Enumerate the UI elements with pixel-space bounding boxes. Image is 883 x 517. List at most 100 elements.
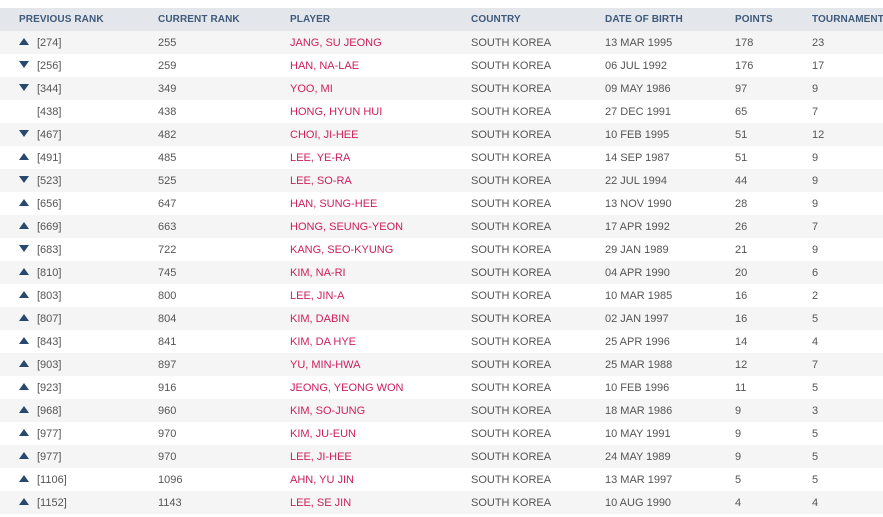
table-row: [977] 970 LEE, JI-HEE SOUTH KOREA 24 MAY… (0, 445, 883, 468)
points: 44 (735, 174, 748, 187)
table-row: [1106] 1096 AHN, YU JIN SOUTH KOREA 13 M… (0, 468, 883, 491)
country: SOUTH KOREA (471, 197, 552, 210)
arrow-up-icon (19, 314, 29, 322)
arrow-up-icon (19, 475, 29, 483)
tournaments: 7 (812, 220, 819, 233)
table-row: [656] 647 HAN, SUNG-HEE SOUTH KOREA 13 N… (0, 192, 883, 215)
header-previous-rank[interactable]: PREVIOUS RANK (0, 8, 158, 31)
date-of-birth: 25 MAR 1988 (605, 358, 673, 371)
arrow-up-icon (19, 337, 29, 345)
current-rank: 1143 (158, 496, 182, 509)
country: SOUTH KOREA (471, 404, 552, 417)
previous-rank: [669] (37, 220, 62, 233)
country: SOUTH KOREA (471, 358, 552, 371)
previous-rank: [467] (37, 128, 62, 141)
points: 5 (735, 473, 742, 486)
date-of-birth: 10 MAR 1985 (605, 289, 673, 302)
rankings-page: PREVIOUS RANK CURRENT RANK PLAYER COUNTR… (0, 0, 883, 517)
previous-rank-cell: [438] (0, 100, 158, 123)
header-date-of-birth[interactable]: DATE OF BIRTH (605, 8, 735, 31)
header-tournaments[interactable]: TOURNAMENTS (812, 8, 883, 31)
points: 12 (735, 358, 748, 371)
table-row: [438] 438 HONG, HYUN HUI SOUTH KOREA 27 … (0, 100, 883, 123)
previous-rank: [1106] (37, 473, 67, 486)
tournaments: 5 (812, 427, 819, 440)
arrow-up-icon (19, 153, 29, 161)
header-current-rank[interactable]: CURRENT RANK (158, 8, 290, 31)
current-rank: 259 (158, 59, 177, 72)
date-of-birth: 29 JAN 1989 (605, 243, 669, 256)
player-link[interactable]: KIM, DABIN (290, 307, 471, 330)
player-link[interactable]: JANG, SU JEONG (290, 31, 471, 54)
previous-rank-cell: [274] (0, 31, 158, 54)
previous-rank: [923] (37, 381, 62, 394)
date-of-birth: 18 MAR 1986 (605, 404, 673, 417)
previous-rank: [656] (37, 197, 62, 210)
table-row: [683] 722 KANG, SEO-KYUNG SOUTH KOREA 29… (0, 238, 883, 261)
player-link[interactable]: YOO, MI (290, 77, 471, 100)
player-link[interactable]: LEE, SE JIN (290, 491, 471, 514)
table-row: [843] 841 KIM, DA HYE SOUTH KOREA 25 APR… (0, 330, 883, 353)
points: 21 (735, 243, 748, 256)
previous-rank: [977] (37, 450, 62, 463)
player-link[interactable]: HONG, HYUN HUI (290, 100, 471, 123)
previous-rank-cell: [807] (0, 307, 158, 330)
player-link[interactable]: HAN, NA-LAE (290, 54, 471, 77)
country: SOUTH KOREA (471, 450, 552, 463)
header-player[interactable]: PLAYER (290, 8, 471, 31)
tournaments: 9 (812, 151, 819, 164)
previous-rank: [438] (37, 105, 62, 118)
arrow-down-icon (19, 61, 29, 69)
player-link[interactable]: LEE, YE-RA (290, 146, 471, 169)
tournaments: 23 (812, 36, 825, 49)
tournaments: 12 (812, 128, 825, 141)
previous-rank-cell: [977] (0, 422, 158, 445)
player-link[interactable]: JEONG, YEONG WON (290, 376, 471, 399)
country: SOUTH KOREA (471, 266, 552, 279)
country: SOUTH KOREA (471, 82, 552, 95)
player-link[interactable]: KIM, JU-EUN (290, 422, 471, 445)
date-of-birth: 10 FEB 1996 (605, 381, 670, 394)
player-link[interactable]: HONG, SEUNG-YEON (290, 215, 471, 238)
points: 4 (735, 496, 742, 509)
player-link[interactable]: KIM, SO-JUNG (290, 399, 471, 422)
points: 176 (735, 59, 754, 72)
date-of-birth: 06 JUL 1992 (605, 59, 667, 72)
table-row: [523] 525 LEE, SO-RA SOUTH KOREA 22 JUL … (0, 169, 883, 192)
player-link[interactable]: KIM, DA HYE (290, 330, 471, 353)
table-row: [923] 916 JEONG, YEONG WON SOUTH KOREA 1… (0, 376, 883, 399)
player-link[interactable]: KANG, SEO-KYUNG (290, 238, 471, 261)
tournaments: 9 (812, 243, 819, 256)
player-link[interactable]: AHN, YU JIN (290, 468, 471, 491)
country: SOUTH KOREA (471, 381, 552, 394)
header-country[interactable]: COUNTRY (471, 8, 605, 31)
current-rank: 438 (158, 105, 177, 118)
tournaments: 9 (812, 82, 819, 95)
header-points[interactable]: POINTS (735, 8, 812, 31)
table-row: [810] 745 KIM, NA-RI SOUTH KOREA 04 APR … (0, 261, 883, 284)
previous-rank: [807] (37, 312, 62, 325)
player-link[interactable]: LEE, JIN-A (290, 284, 471, 307)
points: 51 (735, 128, 748, 141)
player-link[interactable]: YU, MIN-HWA (290, 353, 471, 376)
previous-rank: [256] (37, 59, 62, 72)
player-link[interactable]: LEE, JI-HEE (290, 445, 471, 468)
points: 9 (735, 427, 742, 440)
country: SOUTH KOREA (471, 496, 552, 509)
country: SOUTH KOREA (471, 473, 552, 486)
previous-rank-cell: [977] (0, 445, 158, 468)
previous-rank-cell: [523] (0, 169, 158, 192)
date-of-birth: 14 SEP 1987 (605, 151, 670, 164)
arrow-down-icon (19, 176, 29, 184)
arrow-up-icon (19, 452, 29, 460)
player-link[interactable]: CHOI, JI-HEE (290, 123, 471, 146)
player-link[interactable]: HAN, SUNG-HEE (290, 192, 471, 215)
player-link[interactable]: LEE, SO-RA (290, 169, 471, 192)
table-row: [274] 255 JANG, SU JEONG SOUTH KOREA 13 … (0, 31, 883, 54)
country: SOUTH KOREA (471, 36, 552, 49)
previous-rank-cell: [968] (0, 399, 158, 422)
previous-rank-cell: [1152] (0, 491, 158, 514)
tournaments: 4 (812, 335, 819, 348)
player-link[interactable]: KIM, NA-RI (290, 261, 471, 284)
previous-rank: [968] (37, 404, 62, 417)
